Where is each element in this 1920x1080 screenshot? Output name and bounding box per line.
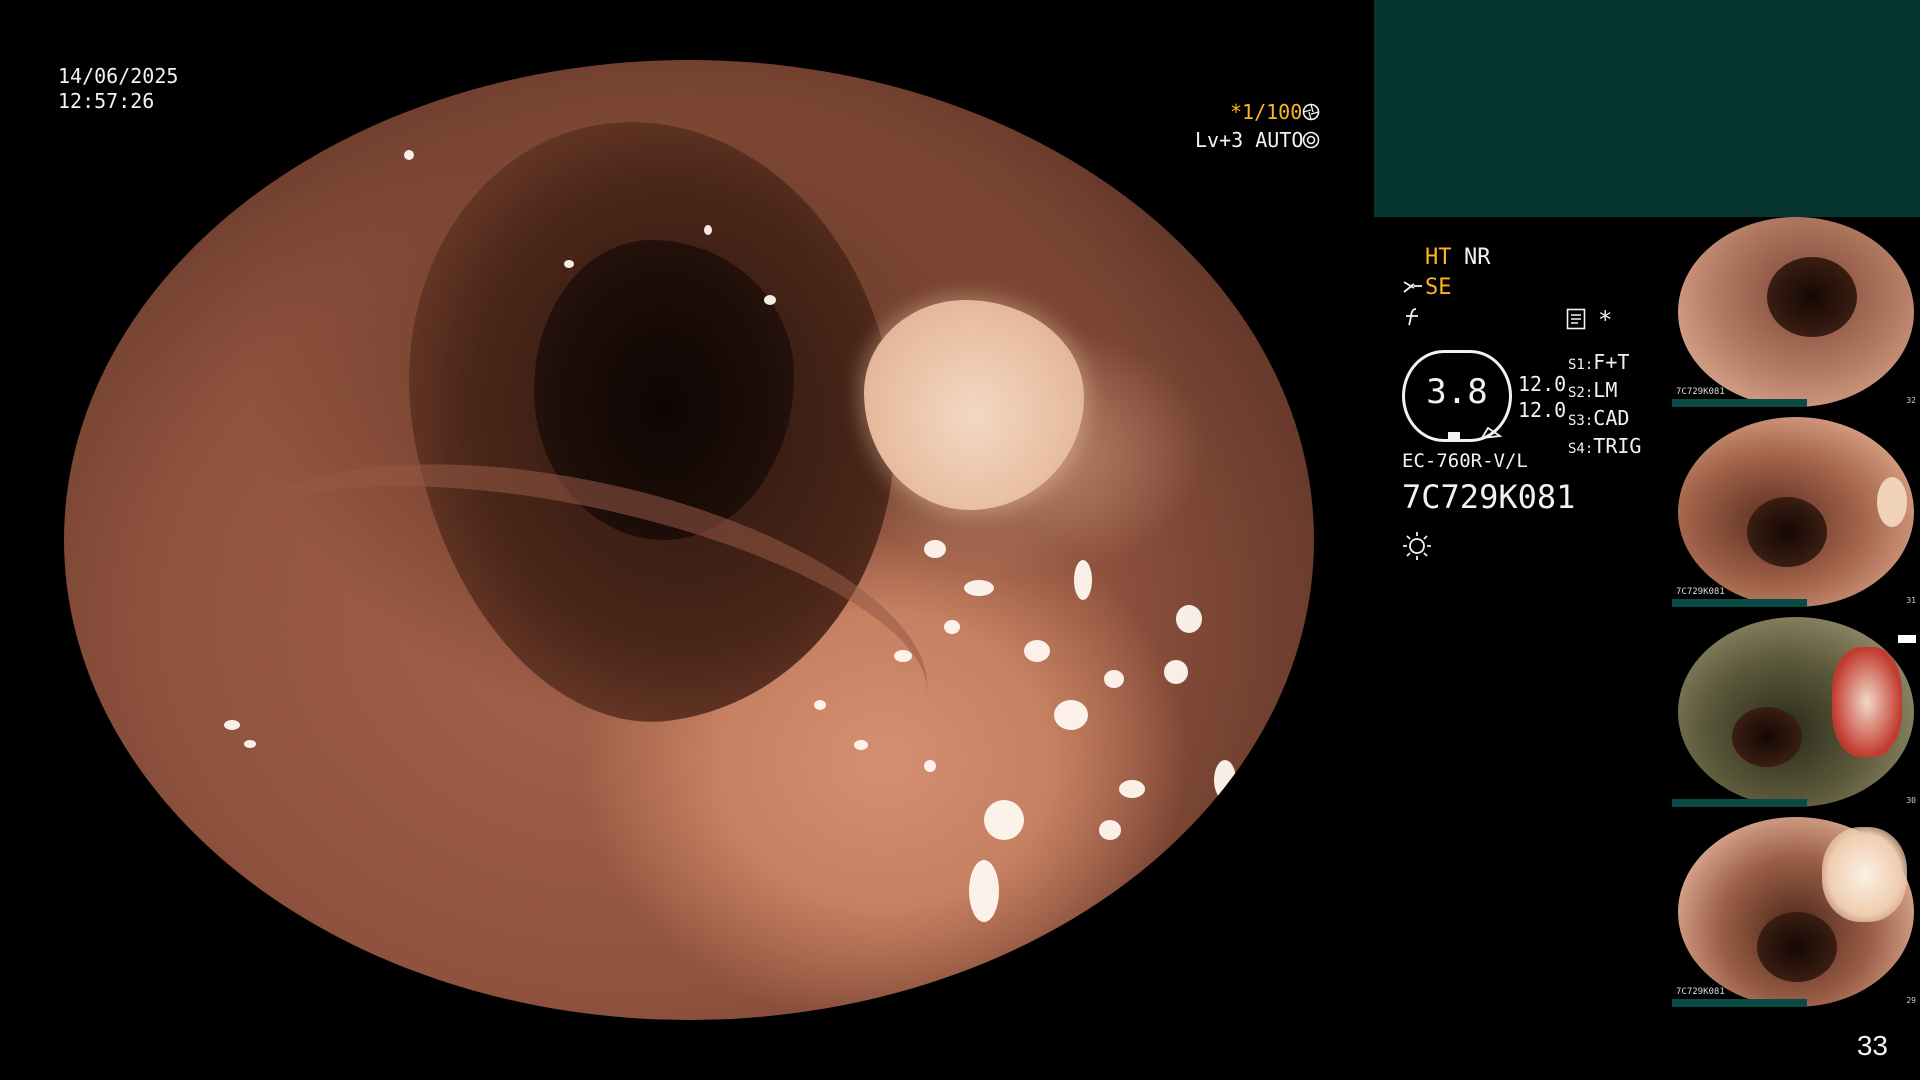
switch-row: S2:LM <box>1568 378 1618 402</box>
se-label: SE <box>1425 275 1452 300</box>
switch-row: S4:TRIG <box>1568 434 1642 458</box>
glare-spot <box>1214 760 1236 800</box>
glare-spot <box>1164 660 1188 684</box>
glare-spot <box>944 620 960 634</box>
switch-row: S3:CAD <box>1568 406 1630 430</box>
glare-spot <box>1024 640 1050 662</box>
glare-spot <box>894 650 912 662</box>
switch-list: S1:F+T S2:LM S3:CAD S4:TRIG <box>1568 350 1641 462</box>
glare-spot <box>1074 560 1092 600</box>
value-2: 12.0 <box>1518 398 1567 422</box>
glare-spot <box>964 580 994 596</box>
thumb-bar <box>1672 599 1807 607</box>
glare-spot <box>1176 605 1202 633</box>
thumb-number: 30 <box>1906 796 1916 805</box>
glare-spot <box>854 740 868 750</box>
iris-icon <box>1302 131 1320 149</box>
glare-spot <box>1184 875 1204 909</box>
shutter-label: *1/100 <box>1230 100 1303 124</box>
thumb-caption: 7C729K081 <box>1676 587 1725 597</box>
thumb-number: 31 <box>1906 596 1916 605</box>
thumb-polyp <box>1822 827 1907 922</box>
glare-spot <box>969 860 999 922</box>
glare-spot <box>224 720 240 730</box>
thumb-number: 32 <box>1906 396 1916 405</box>
glare-spot <box>814 700 826 710</box>
thumb-bleeding-lesion <box>1832 647 1902 757</box>
info-panel-header <box>1374 0 1920 217</box>
thumb-marker <box>1898 635 1916 643</box>
glare-spot <box>924 540 946 558</box>
probe-icon <box>1480 426 1503 440</box>
thumb-bar <box>1672 799 1807 807</box>
thumb-bar <box>1672 999 1807 1007</box>
glare-spot <box>404 150 414 160</box>
thumb-lumen <box>1747 497 1827 567</box>
switch-row: S1:F+T <box>1568 350 1630 374</box>
scissors-icon <box>1403 281 1422 293</box>
nr-label: NR <box>1464 245 1491 270</box>
switch-key: S2 <box>1568 385 1585 401</box>
thumbnail-2[interactable]: 7C729K081 31 <box>1672 417 1920 607</box>
glare-spot <box>984 800 1024 840</box>
switch-value: TRIG <box>1593 434 1642 458</box>
memo-icon <box>1566 308 1586 330</box>
scope-model: EC-760R-V/L <box>1402 450 1528 472</box>
switch-key: S4 <box>1568 441 1585 457</box>
glare-spot <box>704 225 712 235</box>
thumb-caption: 7C729K081 <box>1676 987 1725 997</box>
page-number: 33 <box>1856 1030 1888 1061</box>
thumb-lumen <box>1767 257 1857 337</box>
switch-value: LM <box>1593 378 1618 402</box>
date-label: 14/06/2025 <box>58 64 179 88</box>
thumbnail-4[interactable]: 7C729K081 29 <box>1672 817 1920 1007</box>
thumbnail-3[interactable]: 30 <box>1672 617 1920 807</box>
value-1: 12.0 <box>1518 372 1567 396</box>
glare-spot <box>1099 820 1121 840</box>
switch-key: S1 <box>1568 357 1585 373</box>
ht-label: HT <box>1425 245 1452 270</box>
thumb-number: 29 <box>1906 996 1916 1005</box>
level-label: Lv+3 AUTO <box>1195 128 1304 152</box>
glare-spot <box>1104 670 1124 688</box>
glare-spot <box>244 740 256 748</box>
thumb-lumen <box>1757 912 1837 982</box>
gauge-marker <box>1448 432 1460 439</box>
glare-spot <box>1214 960 1224 970</box>
switch-key: S3 <box>1568 413 1585 429</box>
time-label: 12:57:26 <box>58 89 155 113</box>
zoom-value: 3.8 <box>1426 372 1488 412</box>
aperture-icon <box>1302 103 1320 121</box>
glare-spot <box>564 260 574 268</box>
thumb-bar <box>1672 399 1807 407</box>
thumb-lesion <box>1877 477 1907 527</box>
switch-value: F+T <box>1593 350 1630 374</box>
flat-lesion <box>864 300 1084 510</box>
thumbnail-1[interactable]: 7C729K081 32 <box>1672 217 1920 407</box>
glare-spot <box>924 760 936 772</box>
freeze-icon <box>1406 308 1418 326</box>
brightness-icon <box>1403 532 1431 560</box>
glare-spot <box>764 295 776 305</box>
switch-value: CAD <box>1593 406 1630 430</box>
scope-serial: 7C729K081 <box>1402 478 1576 516</box>
thumb-lumen <box>1732 707 1802 767</box>
asterisk-indicator: * <box>1598 306 1613 334</box>
glare-spot <box>1054 700 1088 730</box>
thumb-caption: 7C729K081 <box>1676 387 1725 397</box>
endoscope-live-view <box>64 60 1314 1020</box>
glare-spot <box>1119 780 1145 798</box>
